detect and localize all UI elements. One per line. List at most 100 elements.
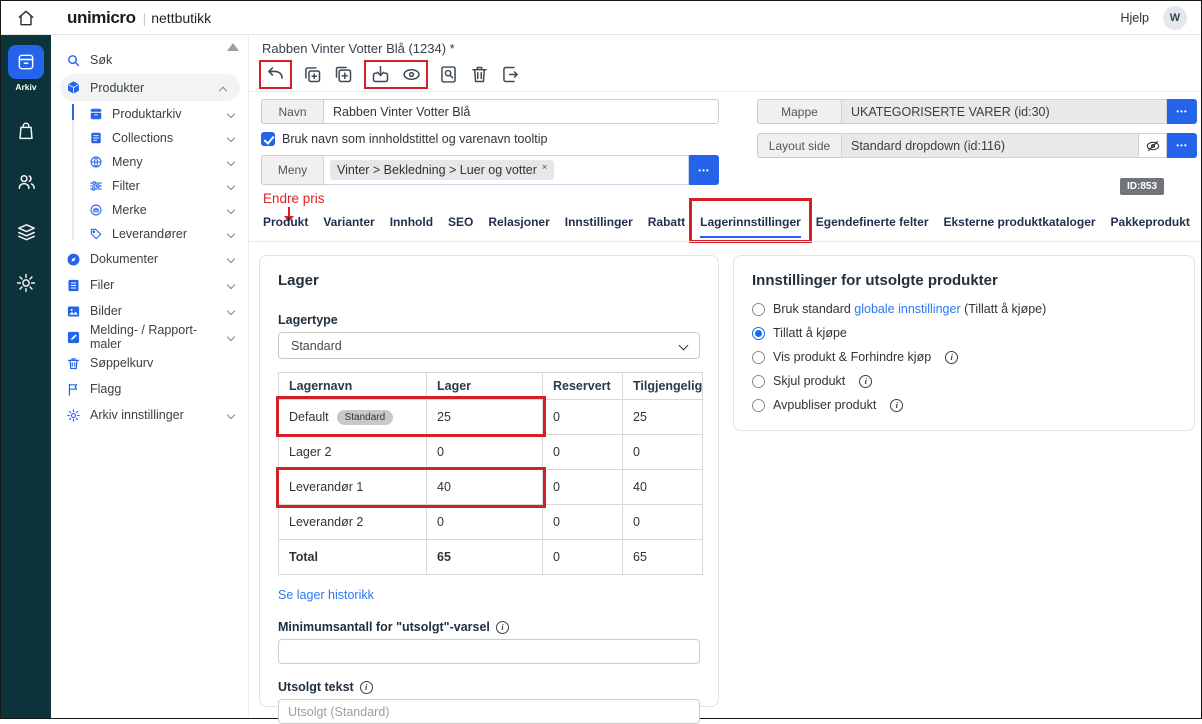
sidebar-item-flagg[interactable]: Flagg — [51, 376, 248, 402]
chevron-down-icon[interactable] — [227, 255, 235, 263]
info-icon[interactable] — [496, 621, 509, 634]
tab-relasjoner[interactable]: Relasjoner — [488, 215, 549, 238]
tab-innstillinger[interactable]: Innstillinger — [565, 215, 633, 238]
sidebar-item-leverandorer[interactable]: Leverandører — [51, 222, 248, 246]
chevron-down-icon[interactable] — [227, 281, 235, 289]
tab-lagerinnstillinger[interactable]: Lagerinnstillinger — [700, 215, 801, 238]
home-icon[interactable] — [16, 8, 36, 28]
export-document-icon[interactable] — [500, 64, 521, 85]
tab-varianter[interactable]: Varianter — [323, 215, 374, 238]
min-soldout-input[interactable] — [278, 639, 700, 664]
import-download-icon[interactable] — [370, 64, 391, 85]
sidebar-item-merke[interactable]: Merke — [51, 198, 248, 222]
preview-eye-icon[interactable] — [401, 64, 422, 85]
layout-more-button[interactable]: ••• — [1167, 133, 1197, 158]
tab-pakkeprodukt[interactable]: Pakkeprodukt — [1111, 215, 1190, 238]
navn-input[interactable] — [323, 99, 719, 124]
chevron-down-icon[interactable] — [227, 411, 235, 419]
chevron-down-icon[interactable] — [227, 158, 235, 166]
chevron-down-icon[interactable] — [227, 110, 235, 118]
duplicate-add-icon[interactable] — [333, 64, 354, 85]
copy-add-icon[interactable] — [302, 64, 323, 85]
avatar[interactable]: W — [1163, 6, 1187, 30]
chevron-up-icon[interactable] — [219, 86, 227, 94]
sidebar-item-soppelkurv[interactable]: Søppelkurv — [51, 350, 248, 376]
global-settings-link[interactable]: globale innstillinger — [854, 302, 960, 316]
meny-field-group: Meny Vinter > Bekledning > Luer og votte… — [261, 155, 719, 185]
option-text-post: (Tillatt å kjøpe) — [961, 302, 1047, 316]
layers-icon[interactable] — [15, 221, 38, 244]
soldout-text-input[interactable] — [278, 699, 700, 724]
option-label: Avpubliser produkt — [773, 398, 876, 412]
chevron-down-icon[interactable] — [227, 333, 235, 341]
stock-qty-cell[interactable]: 25 — [427, 400, 543, 435]
chevron-down-icon[interactable] — [227, 182, 235, 190]
meny-more-button[interactable]: ••• — [689, 155, 719, 185]
product-id-badge: ID:853 — [1120, 178, 1164, 195]
outofstock-options: Bruk standard globale innstillinger (Til… — [752, 302, 1176, 412]
sidebar-item-collections[interactable]: Collections — [51, 126, 248, 150]
radio-show-prevent[interactable] — [752, 351, 765, 364]
meny-field[interactable]: Vinter > Bekledning > Luer og votter × — [323, 155, 689, 185]
chevron-down-icon[interactable] — [227, 206, 235, 214]
sidebar-item-filer[interactable]: Filer — [51, 272, 248, 298]
stock-history-link[interactable]: Se lager historikk — [278, 588, 374, 602]
sidebar-item-bilder[interactable]: Bilder — [51, 298, 248, 324]
scroll-up-icon[interactable] — [227, 43, 239, 51]
archive-settings-gear-icon — [66, 408, 81, 423]
eye-off-icon[interactable] — [1139, 133, 1167, 158]
stock-qty-cell[interactable]: 0 — [427, 505, 543, 540]
sidebar-item-label: Søk — [90, 53, 112, 67]
chevron-down-icon[interactable] — [227, 134, 235, 142]
tag-remove-icon[interactable]: × — [542, 162, 548, 173]
cube-icon — [66, 80, 81, 95]
sidebar-item-produkter[interactable]: Produkter — [60, 74, 240, 101]
shop-bag-icon[interactable] — [15, 120, 37, 142]
info-icon[interactable] — [890, 399, 903, 412]
page-title: Rabben Vinter Votter Blå (1234) * — [262, 41, 455, 56]
tab-rabatt[interactable]: Rabatt — [648, 215, 685, 238]
chevron-down-icon[interactable] — [227, 230, 235, 238]
layout-value: Standard dropdown (id:116) — [841, 133, 1139, 158]
tab-eksterne-produktkataloger[interactable]: Eksterne produktkataloger — [944, 215, 1096, 238]
customers-icon[interactable] — [15, 170, 38, 193]
filter-sliders-icon — [89, 179, 103, 193]
category-tag-label: Vinter > Bekledning > Luer og votter — [337, 163, 537, 177]
info-icon[interactable] — [945, 351, 958, 364]
radio-global-settings[interactable] — [752, 303, 765, 316]
sidebar-item-meny[interactable]: Meny — [51, 150, 248, 174]
radio-hide-product[interactable] — [752, 375, 765, 388]
sidebar-item-arkiv-innstillinger[interactable]: Arkiv innstillinger — [51, 402, 248, 428]
settings-gear-icon[interactable] — [15, 272, 37, 294]
brand-suffix: nettbutikk — [151, 10, 211, 26]
tab-egendefinerte-felter[interactable]: Egendefinerte felter — [816, 215, 929, 238]
mappe-more-button[interactable]: ••• — [1167, 99, 1197, 124]
tab-produkt[interactable]: Produkt — [263, 215, 308, 238]
lagertype-select[interactable]: Standard — [278, 332, 700, 359]
tab-innhold[interactable]: Innhold — [390, 215, 433, 238]
sidebar-item-label: Bilder — [90, 304, 122, 318]
delete-trash-icon[interactable] — [469, 64, 490, 85]
chevron-down-icon[interactable] — [227, 307, 235, 315]
supplier-tag-icon — [89, 227, 103, 241]
available-cell: 25 — [623, 400, 703, 435]
sidebar-item-meldingsmaler[interactable]: Melding- / Rapport-maler — [51, 324, 248, 350]
help-link[interactable]: Hjelp — [1121, 11, 1150, 25]
search-document-icon[interactable] — [438, 64, 459, 85]
rail-item-arkiv[interactable]: Arkiv — [8, 45, 44, 92]
radio-unpublish-product[interactable] — [752, 399, 765, 412]
info-icon[interactable] — [360, 681, 373, 694]
undo-icon[interactable] — [265, 64, 286, 85]
info-icon[interactable] — [859, 375, 872, 388]
name-tooltip-checkbox[interactable] — [261, 132, 275, 146]
product-fields-left: Navn Bruk navn som innholdstittel og var… — [261, 99, 719, 185]
sidebar-item-sok[interactable]: Søk — [51, 47, 248, 73]
sidebar-item-produktarkiv[interactable]: Produktarkiv — [51, 102, 248, 126]
sidebar-item-dokumenter[interactable]: Dokumenter — [51, 246, 248, 272]
radio-allow-purchase[interactable] — [752, 327, 765, 340]
tab-seo[interactable]: SEO — [448, 215, 473, 238]
sidebar-item-filter[interactable]: Filter — [51, 174, 248, 198]
stock-qty-cell[interactable]: 40 — [427, 470, 543, 505]
stock-qty-cell[interactable]: 0 — [427, 435, 543, 470]
col-lagernavn: Lagernavn — [279, 373, 427, 400]
